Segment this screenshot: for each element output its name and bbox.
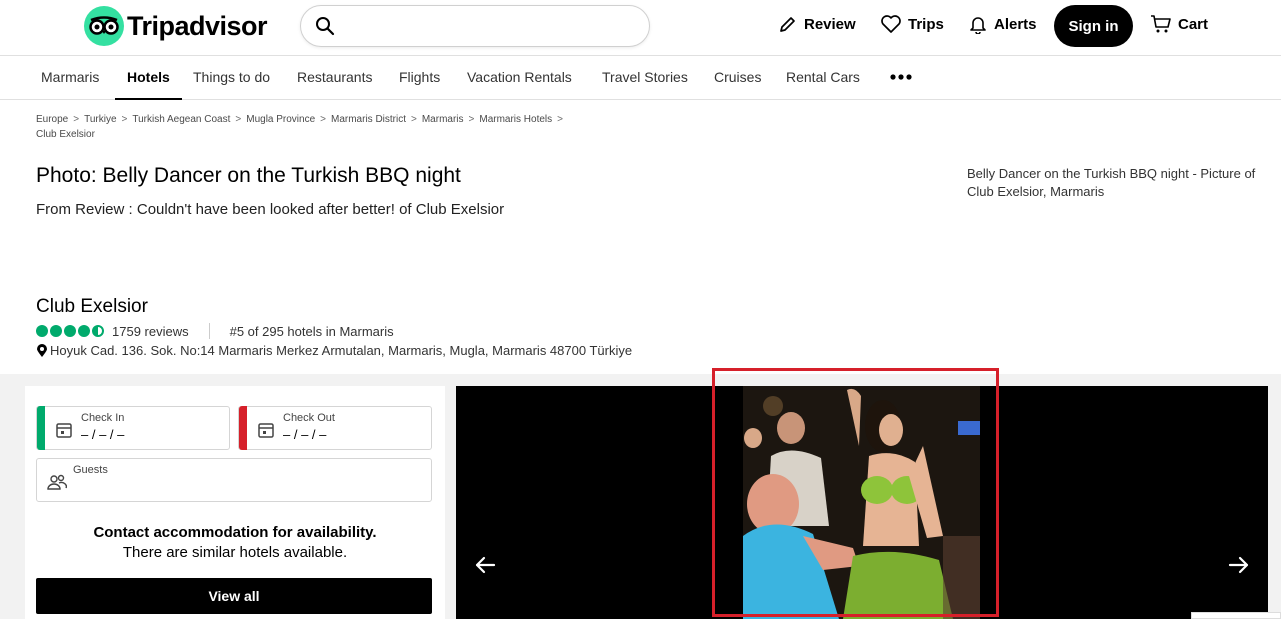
tab-hotels[interactable]: Hotels [115, 57, 182, 100]
hotel-rank[interactable]: #5 of 295 hotels in Marmaris [230, 324, 394, 339]
alerts-button[interactable]: Alerts [968, 14, 1037, 34]
review-title-link[interactable]: Couldn't have been looked after better! [137, 201, 395, 218]
calendar-icon [56, 423, 72, 438]
photo-caption: Belly Dancer on the Turkish BBQ night - … [967, 166, 1256, 199]
guests-label: Guests [73, 464, 108, 476]
availability-title: Contact accommodation for availability. [93, 524, 377, 541]
tab-vacation-rentals[interactable]: Vacation Rentals [467, 57, 572, 100]
review-button[interactable]: Review [778, 14, 856, 34]
rating-bubble-full [78, 325, 90, 337]
check-out-indicator [239, 406, 247, 450]
check-in-field[interactable]: Check In – / – / – [36, 406, 230, 450]
check-in-value: – / – / – [81, 427, 125, 442]
alerts-label: Alerts [994, 15, 1037, 33]
check-in-label: Check In [81, 412, 125, 424]
hotel-name[interactable]: Club Exelsior [36, 296, 148, 318]
photo-highlight-box [712, 368, 999, 617]
page-title: Photo: Belly Dancer on the Turkish BBQ n… [36, 164, 461, 187]
search-icon [316, 17, 335, 36]
rating-row: 1759 reviews #5 of 295 hotels in Marmari… [36, 323, 394, 339]
search-input[interactable] [345, 14, 635, 38]
more-options-icon[interactable] [889, 72, 913, 82]
next-photo-icon[interactable] [1228, 554, 1250, 576]
brand-name: Tripadvisor [127, 10, 268, 41]
review-label: Review [804, 15, 856, 33]
review-source-line: From Review : Couldn't have been looked … [36, 201, 504, 218]
pencil-icon [780, 17, 795, 32]
breadcrumb-turkiye[interactable]: Turkiye [84, 114, 116, 125]
breadcrumb-marmaris[interactable]: Marmaris [422, 114, 464, 125]
breadcrumb-current: Club Exelsior [36, 129, 95, 140]
search-box[interactable] [300, 5, 650, 47]
breadcrumb-mugla-province[interactable]: Mugla Province [246, 114, 315, 125]
booking-panel: Check In – / – / – Check Out – / – / – G… [25, 386, 445, 619]
map-pin-icon [37, 343, 47, 357]
tab-cruises[interactable]: Cruises [714, 57, 761, 100]
chevron-right-icon: > [73, 114, 80, 125]
chevron-right-icon: > [411, 114, 417, 125]
cart-button[interactable]: Cart [1150, 14, 1208, 34]
address-text[interactable]: Hoyuk Cad. 136. Sok. No:14 Marmaris Merk… [50, 343, 632, 358]
check-out-field[interactable]: Check Out – / – / – [238, 406, 432, 450]
calendar-icon [258, 423, 274, 438]
breadcrumb-europe[interactable]: Europe [36, 114, 68, 125]
cart-label: Cart [1178, 15, 1209, 33]
cart-icon [1151, 15, 1171, 33]
chevron-right-icon: > [235, 114, 242, 125]
top-header: Tripadvisor Review Trips Alerts Sign in [0, 0, 1281, 56]
rating-bubble-full [50, 325, 62, 337]
rating-bubble-full [64, 325, 76, 337]
owl-logo-icon [84, 6, 124, 46]
corner-widget [1191, 612, 1281, 619]
breadcrumb-marmaris-district[interactable]: Marmaris District [331, 114, 406, 125]
tab-restaurants[interactable]: Restaurants [297, 57, 372, 100]
chevron-right-icon: > [468, 114, 475, 125]
tab-flights[interactable]: Flights [399, 57, 440, 100]
availability-message: Contact accommodation for availability. … [25, 523, 445, 563]
rating-bubble-full [36, 325, 48, 337]
category-tabs: Marmaris Hotels Things to do Restaurants… [0, 57, 1281, 100]
divider [208, 323, 210, 339]
trips-button[interactable]: Trips [880, 14, 944, 34]
trips-label: Trips [908, 15, 944, 33]
bell-icon [970, 17, 986, 34]
rating-bubble-half [92, 325, 104, 337]
review-count[interactable]: 1759 reviews [112, 324, 189, 339]
check-out-label: Check Out [283, 412, 335, 424]
breadcrumb: Europe > Turkiye > Turkish Aegean Coast > Mugl… [36, 112, 656, 142]
chevron-right-icon: > [557, 114, 563, 125]
breadcrumb-aegean-coast[interactable]: Turkish Aegean Coast [132, 114, 230, 125]
tab-travel-stories[interactable]: Travel Stories [602, 57, 688, 100]
check-out-value: – / – / – [283, 427, 327, 442]
from-review-prefix: From Review : [36, 201, 137, 218]
heart-icon [881, 15, 901, 33]
rating-bubbles [36, 325, 106, 337]
chevron-right-icon: > [121, 114, 128, 125]
sign-in-button[interactable]: Sign in [1054, 5, 1133, 47]
breadcrumb-marmaris-hotels[interactable]: Marmaris Hotels [479, 114, 552, 125]
check-in-indicator [37, 406, 45, 450]
availability-subtitle: There are similar hotels available. [122, 544, 348, 561]
previous-photo-icon[interactable] [474, 554, 496, 576]
guests-icon [47, 474, 67, 490]
hotel-address: Hoyuk Cad. 136. Sok. No:14 Marmaris Merk… [36, 343, 632, 358]
hotel-link[interactable]: Club Exelsior [416, 201, 504, 218]
tripadvisor-logo[interactable]: Tripadvisor [84, 6, 268, 46]
chevron-right-icon: > [320, 114, 326, 125]
guests-field[interactable]: Guests [36, 458, 432, 502]
of-text: of [394, 201, 416, 218]
tab-rental-cars[interactable]: Rental Cars [786, 57, 860, 100]
tab-marmaris[interactable]: Marmaris [41, 57, 99, 100]
view-all-button[interactable]: View all [36, 578, 432, 614]
tab-things-to-do[interactable]: Things to do [193, 57, 270, 100]
